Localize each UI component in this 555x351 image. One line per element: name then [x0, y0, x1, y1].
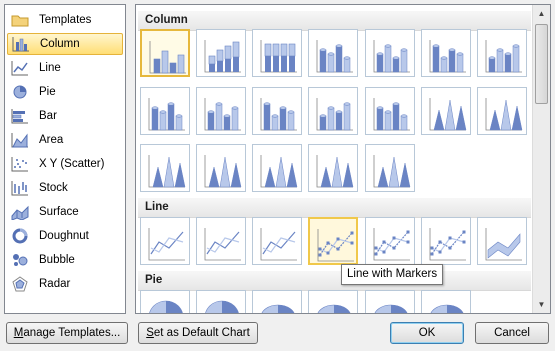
category-label: Bubble	[39, 254, 75, 266]
category-item-area[interactable]: Area	[7, 129, 123, 151]
manage-templates-label: anage Templates...	[23, 327, 121, 339]
scatter-chart-icon	[11, 156, 29, 172]
category-item-x-y-scatter[interactable]: X Y (Scatter)	[7, 153, 123, 175]
category-label: Radar	[39, 278, 71, 290]
column-chart-thumbnail-15[interactable]	[140, 144, 190, 192]
line-chart-thumbnail-1[interactable]	[140, 217, 190, 265]
category-item-line[interactable]: Line	[7, 57, 123, 79]
category-label: Area	[39, 134, 64, 146]
section-title: Pie	[145, 274, 163, 286]
category-label: Column	[40, 38, 80, 50]
chart-category-list[interactable]: Templates Column Line Pie Bar Area X Y (Scatte…	[4, 4, 126, 314]
category-item-stock[interactable]: Stock	[7, 177, 123, 199]
column-chart-thumbnail-12[interactable]	[365, 87, 415, 135]
category-label: Surface	[39, 206, 79, 218]
section-header-column: Column	[138, 11, 531, 31]
stock-chart-icon	[11, 180, 29, 196]
column-chart-thumbnail-6[interactable]	[421, 29, 471, 77]
thumbnail-tooltip: Line with Markers	[341, 264, 444, 285]
pie-chart-icon	[11, 84, 29, 100]
line-chart-thumbnail-3[interactable]	[252, 217, 302, 265]
section-title: Column	[145, 14, 188, 26]
column-chart-icon	[12, 36, 30, 52]
set-default-label: et as Default Chart	[153, 327, 250, 339]
ok-button[interactable]: OK	[390, 322, 464, 344]
column-chart-thumbnail-16[interactable]	[196, 144, 246, 192]
category-item-surface[interactable]: Surface	[7, 201, 123, 223]
scroll-up-arrow-icon[interactable]: ▲	[533, 5, 550, 22]
column-chart-thumbnail-10[interactable]	[252, 87, 302, 135]
column-chart-thumbnail-13[interactable]	[421, 87, 471, 135]
manage-templates-accel: M	[13, 327, 24, 339]
column-chart-thumbnail-18[interactable]	[308, 144, 358, 192]
set-default-accel: S	[146, 327, 154, 339]
column-chart-thumbnail-7[interactable]	[477, 29, 527, 77]
pie-chart-thumbnail-6[interactable]	[421, 290, 471, 313]
column-chart-thumbnail-8[interactable]	[140, 87, 190, 135]
section-header-pie: Pie	[138, 271, 531, 291]
category-item-templates[interactable]: Templates	[7, 9, 123, 31]
category-label: Line	[39, 62, 61, 74]
section-title: Line	[145, 201, 169, 213]
column-chart-thumbnail-4[interactable]	[308, 29, 358, 77]
column-chart-thumbnail-9[interactable]	[196, 87, 246, 135]
bubble-chart-icon	[11, 252, 29, 268]
category-item-bubble[interactable]: Bubble	[7, 249, 123, 271]
section-header-line: Line	[138, 198, 531, 218]
cancel-button[interactable]: Cancel	[475, 322, 549, 344]
line-chart-thumbnail-6[interactable]	[421, 217, 471, 265]
line-chart-thumbnail-2[interactable]	[196, 217, 246, 265]
category-label: Doughnut	[39, 230, 89, 242]
line-chart-thumbnail-5[interactable]	[365, 217, 415, 265]
area-chart-icon	[11, 132, 29, 148]
line-chart-thumbnail-7[interactable]	[477, 217, 527, 265]
gallery-scrollbar[interactable]: ▲ ▼	[532, 5, 550, 313]
scrollbar-thumb[interactable]	[535, 24, 548, 104]
column-chart-thumbnail-5[interactable]	[365, 29, 415, 77]
category-label: Bar	[39, 110, 57, 122]
column-chart-thumbnail-1[interactable]	[140, 29, 190, 77]
manage-templates-button[interactable]: Manage Templates...	[6, 322, 128, 344]
category-item-doughnut[interactable]: Doughnut	[7, 225, 123, 247]
category-item-radar[interactable]: Radar	[7, 273, 123, 295]
surface-chart-icon	[11, 204, 29, 220]
category-label: Pie	[39, 86, 56, 98]
category-item-bar[interactable]: Bar	[7, 105, 123, 127]
bar-chart-icon	[11, 108, 29, 124]
category-label: Templates	[39, 14, 92, 26]
line-chart-icon	[11, 60, 29, 76]
pie-chart-thumbnail-1[interactable]	[140, 290, 190, 313]
pie-chart-thumbnail-2[interactable]	[196, 290, 246, 313]
pie-chart-thumbnail-4[interactable]	[308, 290, 358, 313]
category-label: Stock	[39, 182, 68, 194]
category-item-column[interactable]: Column	[7, 33, 123, 55]
category-label: X Y (Scatter)	[39, 158, 105, 170]
set-as-default-chart-button[interactable]: Set as Default Chart	[138, 322, 258, 344]
column-chart-thumbnail-14[interactable]	[477, 87, 527, 135]
pie-chart-thumbnail-5[interactable]	[365, 290, 415, 313]
scroll-down-arrow-icon[interactable]: ▼	[533, 296, 550, 313]
column-chart-thumbnail-19[interactable]	[365, 144, 415, 192]
folder-icon	[11, 12, 29, 28]
doughnut-chart-icon	[11, 228, 29, 244]
line-chart-thumbnail-4[interactable]	[308, 217, 358, 265]
column-chart-thumbnail-2[interactable]	[196, 29, 246, 77]
column-chart-thumbnail-3[interactable]	[252, 29, 302, 77]
column-chart-thumbnail-17[interactable]	[252, 144, 302, 192]
column-chart-thumbnail-11[interactable]	[308, 87, 358, 135]
radar-chart-icon	[11, 276, 29, 292]
category-item-pie[interactable]: Pie	[7, 81, 123, 103]
pie-chart-thumbnail-3[interactable]	[252, 290, 302, 313]
